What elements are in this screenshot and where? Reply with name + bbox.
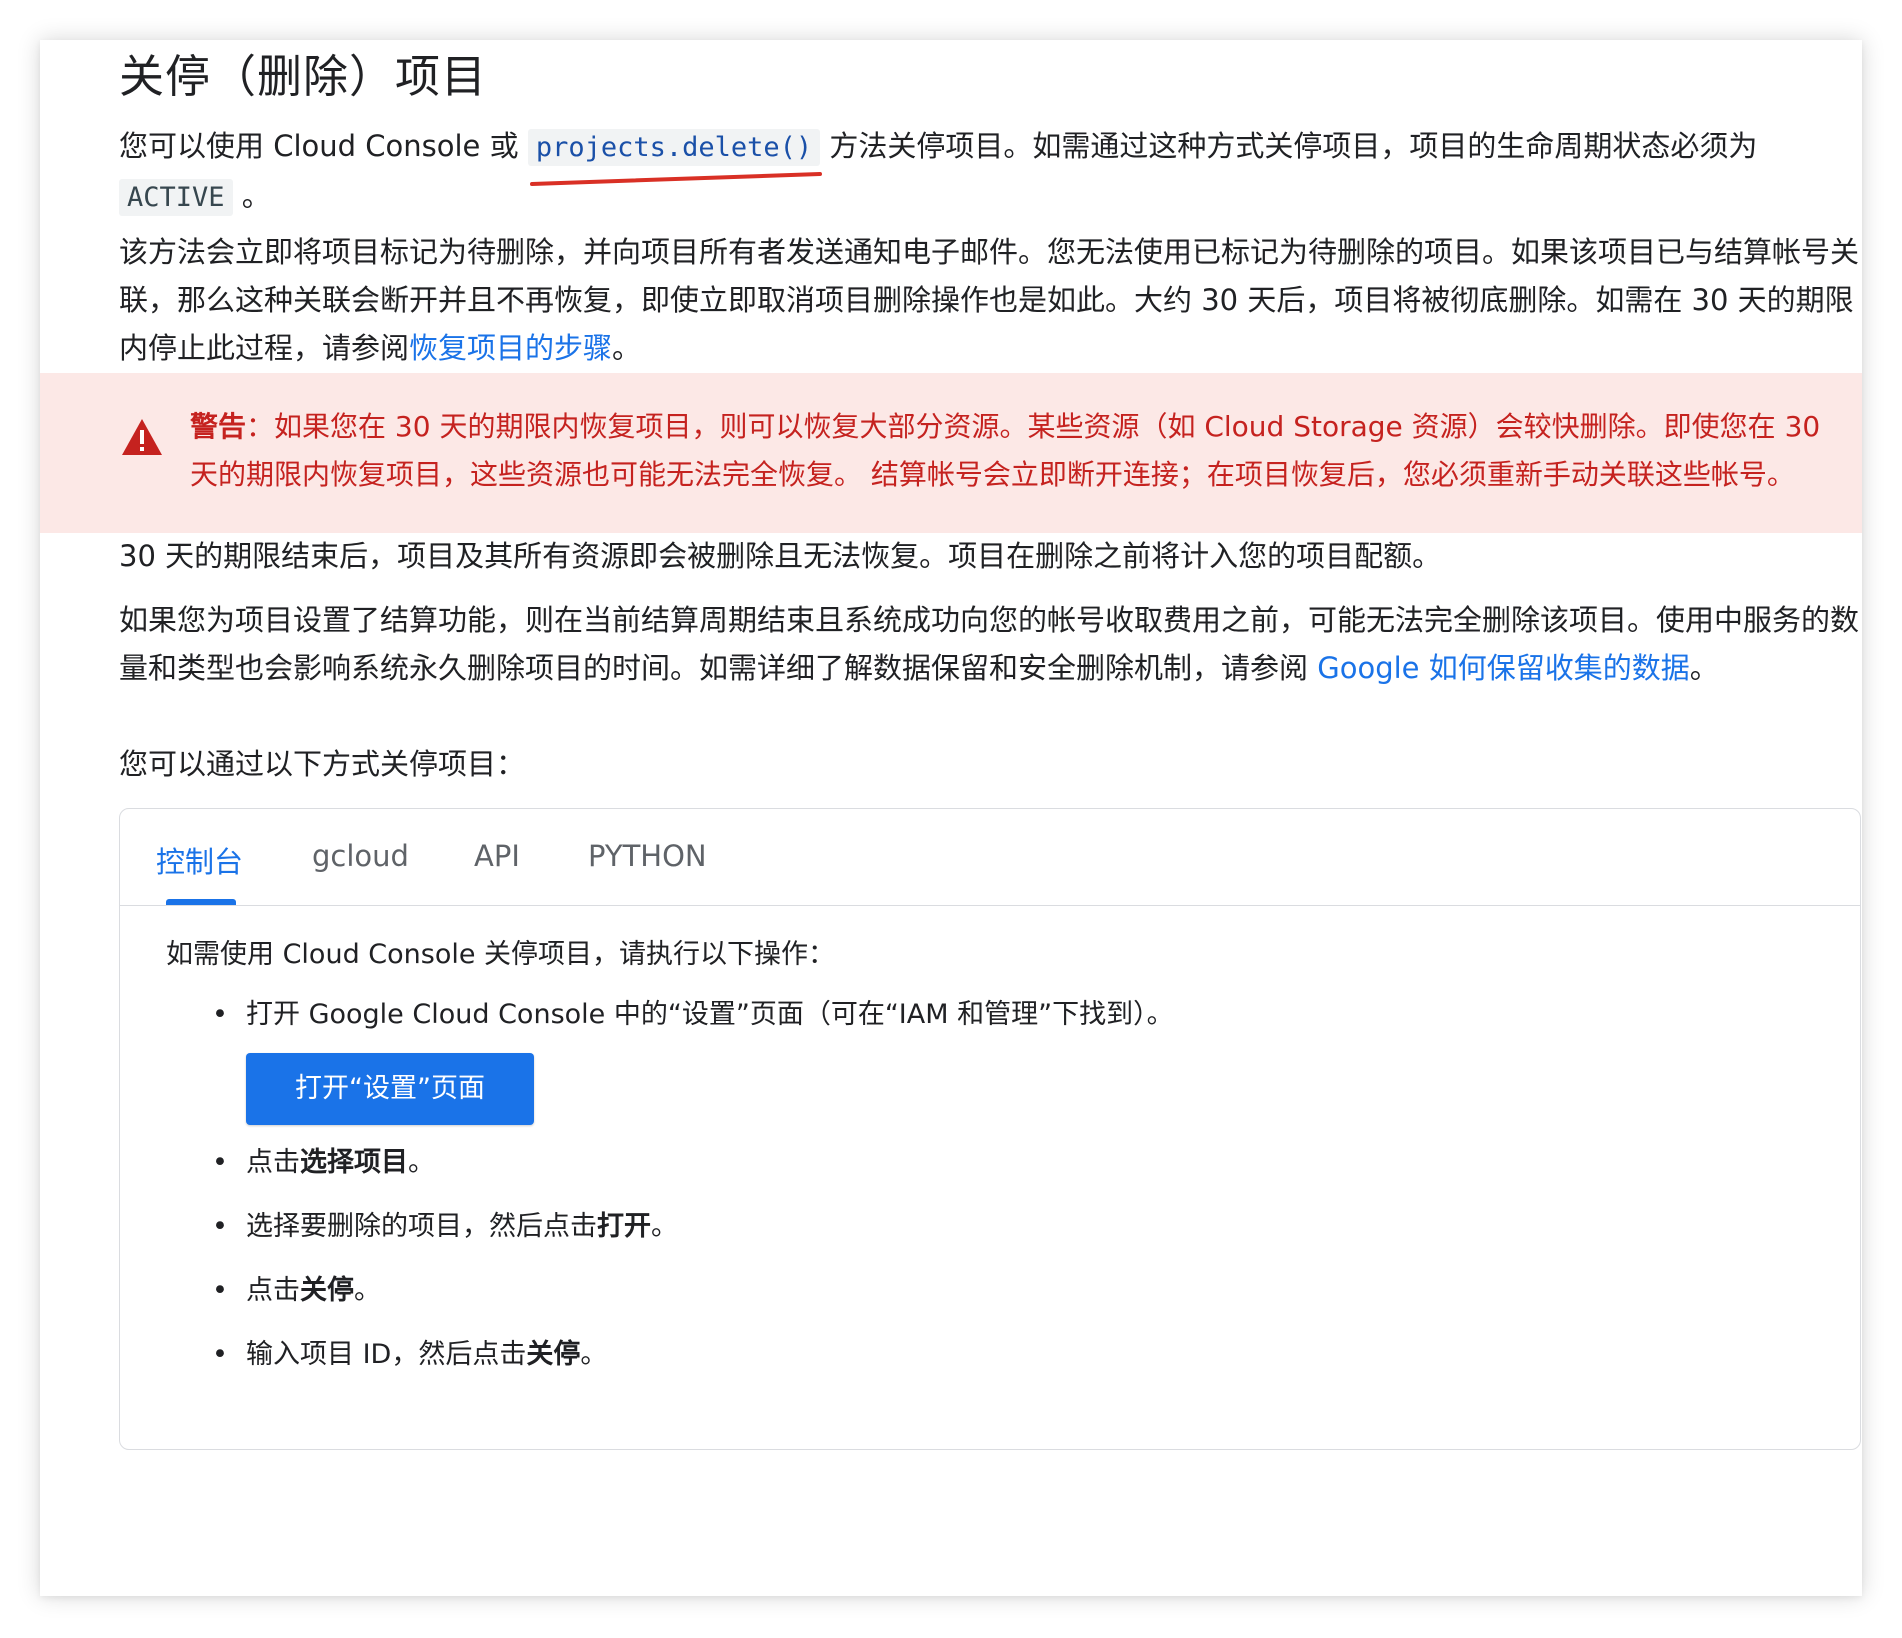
step3-text: 选择要删除的项目，然后点击 bbox=[246, 1211, 597, 1242]
step5-text: 输入项目 ID，然后点击 bbox=[246, 1339, 527, 1370]
after-period-text: 30 天的期限结束后，项目及其所有资源即会被删除且无法恢复。项目在删除之前将计入… bbox=[119, 539, 1442, 573]
list-item: 点击选择项目。 bbox=[166, 1141, 1826, 1185]
list-item: 点击关停。 bbox=[166, 1269, 1826, 1313]
after-period-paragraph: 30 天的期限结束后，项目及其所有资源即会被删除且无法恢复。项目在删除之前将计入… bbox=[119, 532, 1859, 580]
step2-end: 。 bbox=[408, 1147, 435, 1178]
red-underline-annotation bbox=[529, 172, 822, 186]
intro-text-2: 方法关停项目。如需通过这种方式关停项目，项目的生命周期状态必须为 bbox=[820, 129, 1758, 163]
projects-delete-link[interactable]: projects.delete() bbox=[527, 129, 821, 166]
document-card: 关停（删除）项目 您可以使用 Cloud Console 或 projects.… bbox=[40, 40, 1862, 1596]
steps-list: 打开 Google Cloud Console 中的“设置”页面（可在“IAM … bbox=[166, 993, 1826, 1037]
warning-label: 警告 bbox=[190, 410, 247, 443]
console-tab-panel: 如需使用 Cloud Console 关停项目，请执行以下操作： 打开 Goog… bbox=[166, 933, 1826, 1377]
warning-callout: 警告：如果您在 30 天的期限内恢复项目，则可以恢复大部分资源。某些资源（如 C… bbox=[40, 373, 1862, 533]
deletion-text: 该方法会立即将项目标记为待删除，并向项目所有者发送通知电子邮件。您无法使用已标记… bbox=[119, 235, 1860, 365]
tab-console[interactable]: 控制台 bbox=[156, 839, 243, 881]
step5-end: 。 bbox=[580, 1339, 608, 1370]
open-label: 打开 bbox=[597, 1211, 651, 1242]
shutdown-label-2: 关停 bbox=[526, 1339, 581, 1370]
open-settings-button[interactable]: 打开“设置”页面 bbox=[246, 1053, 534, 1125]
list-item: 打开 Google Cloud Console 中的“设置”页面（可在“IAM … bbox=[166, 993, 1826, 1037]
active-tab-indicator bbox=[166, 899, 236, 905]
tab-gcloud[interactable]: gcloud bbox=[312, 839, 409, 873]
methods-intro-paragraph: 您可以通过以下方式关停项目： bbox=[119, 740, 1859, 788]
step1-text: 打开 Google Cloud Console 中的“设置”页面（可在“IAM … bbox=[246, 999, 1174, 1030]
list-item: 输入项目 ID，然后点击关停。 bbox=[166, 1333, 1826, 1377]
billing-end: 。 bbox=[1689, 651, 1719, 685]
deletion-paragraph: 该方法会立即将项目标记为待删除，并向项目所有者发送通知电子邮件。您无法使用已标记… bbox=[119, 228, 1859, 372]
google-data-retention-link[interactable]: Google 如何保留收集的数据 bbox=[1317, 651, 1689, 685]
warning-body: ：如果您在 30 天的期限内恢复项目，则可以恢复大部分资源。某些资源（如 Clo… bbox=[190, 410, 1821, 491]
step2-text: 点击 bbox=[246, 1147, 300, 1178]
step4-text: 点击 bbox=[246, 1275, 300, 1306]
intro-text-1: 您可以使用 Cloud Console 或 bbox=[119, 129, 528, 163]
intro-text-3: 。 bbox=[232, 179, 271, 213]
shutdown-label: 关停 bbox=[300, 1275, 354, 1306]
step3-end: 。 bbox=[651, 1211, 678, 1242]
intro-paragraph: 您可以使用 Cloud Console 或 projects.delete() … bbox=[119, 122, 1859, 222]
methods-intro-text: 您可以通过以下方式关停项目： bbox=[119, 747, 526, 781]
steps-list-continued: 点击选择项目。 选择要删除的项目，然后点击打开。 点击关停。 输入项目 ID，然… bbox=[166, 1141, 1826, 1377]
billing-paragraph: 如果您为项目设置了结算功能，则在当前结算周期结束且系统成功向您的帐号收取费用之前… bbox=[119, 596, 1859, 692]
tab-python[interactable]: PYTHON bbox=[588, 839, 707, 873]
page-title: 关停（删除）项目 bbox=[119, 50, 488, 103]
restore-project-link[interactable]: 恢复项目的步骤 bbox=[409, 331, 612, 365]
warning-text: 警告：如果您在 30 天的期限内恢复项目，则可以恢复大部分资源。某些资源（如 C… bbox=[190, 403, 1830, 499]
list-item: 选择要删除的项目，然后点击打开。 bbox=[166, 1205, 1826, 1249]
deletion-end: 。 bbox=[612, 331, 642, 365]
panel-intro: 如需使用 Cloud Console 关停项目，请执行以下操作： bbox=[166, 939, 836, 970]
warning-icon bbox=[122, 419, 162, 455]
state-code: ACTIVE bbox=[119, 179, 233, 216]
method-tabs-container: 控制台 gcloud API PYTHON 如需使用 Cloud Console… bbox=[119, 808, 1861, 1450]
select-project-label: 选择项目 bbox=[300, 1147, 408, 1178]
tab-api[interactable]: API bbox=[474, 839, 520, 873]
step4-end: 。 bbox=[354, 1275, 381, 1306]
tab-bar: 控制台 gcloud API PYTHON bbox=[120, 809, 1860, 906]
